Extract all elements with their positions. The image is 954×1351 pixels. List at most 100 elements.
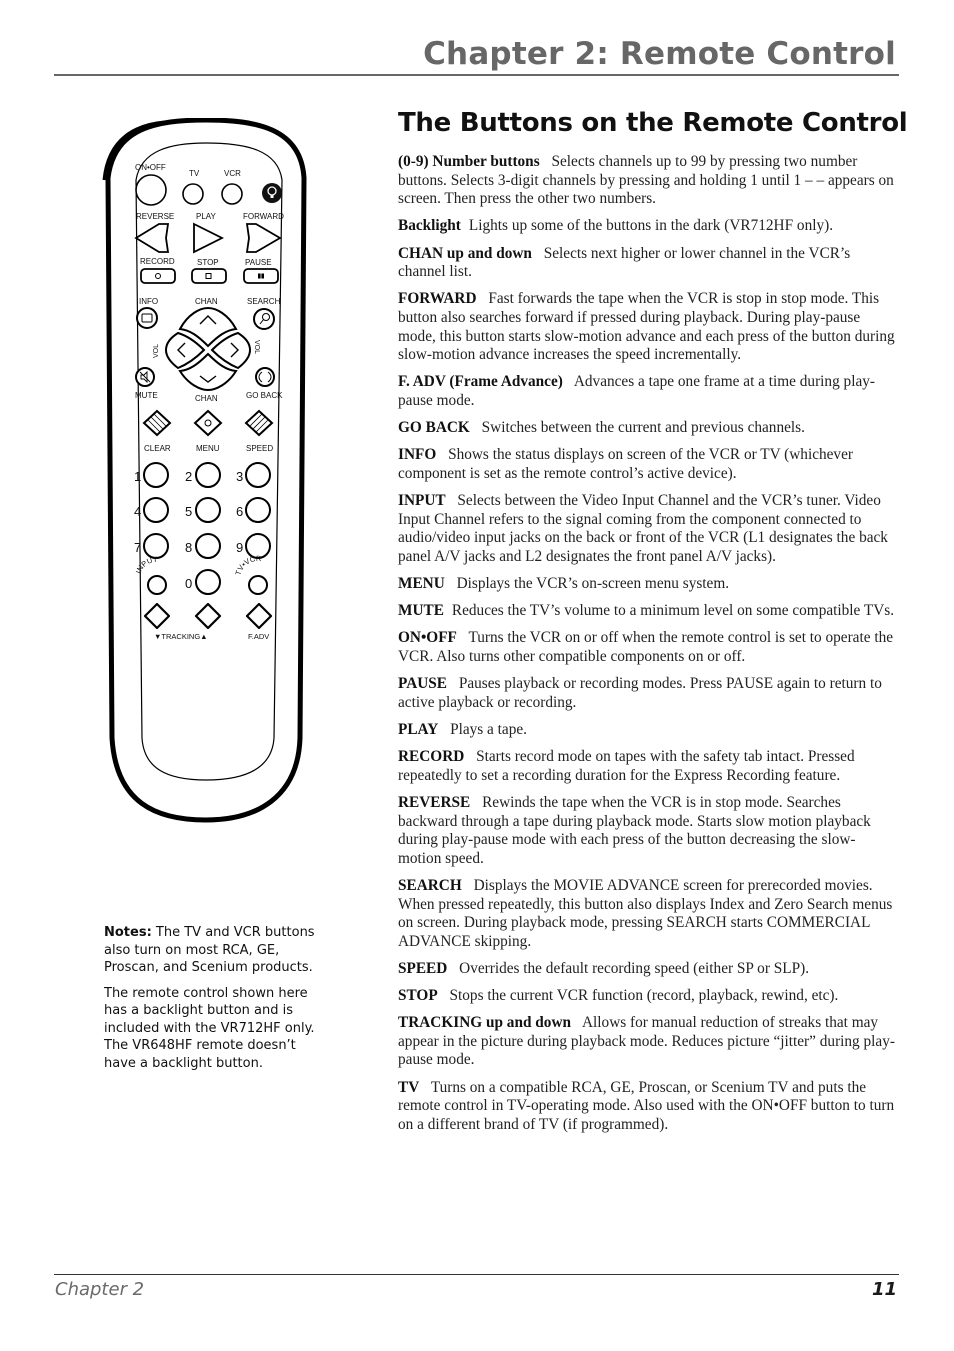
definition-text: Starts record mode on tapes with the saf… bbox=[398, 748, 855, 784]
digit-label-8: 8 bbox=[185, 540, 192, 555]
label-mute: MUTE bbox=[135, 391, 158, 400]
search-button[interactable] bbox=[253, 308, 275, 330]
definition-term: (0-9) Number buttons bbox=[398, 153, 540, 170]
digit-label-4: 4 bbox=[134, 504, 141, 519]
definition-item: SEARCH Displays the MOVIE ADVANCE screen… bbox=[398, 877, 898, 951]
label-pause: PAUSE bbox=[245, 258, 272, 267]
tv-button[interactable] bbox=[182, 183, 204, 205]
definition-item: GO BACK Switches between the current and… bbox=[398, 419, 898, 438]
on-off-button[interactable] bbox=[135, 174, 167, 206]
button-definitions: (0-9) Number buttons Selects channels up… bbox=[398, 153, 898, 1143]
definition-term: PAUSE bbox=[398, 675, 448, 693]
label-record: RECORD bbox=[140, 257, 175, 266]
definition-term: PLAY bbox=[398, 720, 439, 738]
definition-text: Pauses playback or recording modes. Pres… bbox=[398, 675, 882, 711]
definition-text: Plays a tape. bbox=[450, 720, 527, 738]
digit-label-0: 0 bbox=[185, 576, 192, 591]
input-button[interactable] bbox=[147, 575, 167, 595]
mute-button[interactable] bbox=[135, 367, 155, 387]
vcr-button[interactable] bbox=[221, 183, 243, 205]
footer-chapter-label: Chapter 2 bbox=[55, 1279, 145, 1300]
definition-term: FORWARD bbox=[398, 290, 477, 308]
label-stop: STOP bbox=[197, 258, 219, 267]
definition-item: TRACKING up and down Allows for manual r… bbox=[398, 1014, 898, 1070]
definition-item: INPUT Selects between the Video Input Ch… bbox=[398, 492, 898, 566]
definition-item: CHAN up and down Selects next higher or … bbox=[398, 245, 898, 282]
go-back-button[interactable] bbox=[255, 367, 275, 387]
label-search: SEARCH bbox=[247, 297, 281, 306]
tv-vcr-button[interactable] bbox=[248, 575, 268, 595]
pause-button[interactable] bbox=[243, 268, 279, 284]
number-button-0[interactable] bbox=[195, 569, 221, 595]
definition-item: STOP Stops the current VCR function (rec… bbox=[398, 987, 898, 1006]
number-button-8[interactable] bbox=[195, 533, 221, 559]
definition-item: PAUSE Pauses playback or recording modes… bbox=[398, 675, 898, 712]
number-button-7[interactable] bbox=[143, 533, 169, 559]
definition-text: Overrides the default recording speed (e… bbox=[459, 959, 810, 977]
info-button[interactable] bbox=[136, 307, 158, 329]
definition-item: RECORD Starts record mode on tapes with … bbox=[398, 748, 898, 785]
number-button-1[interactable] bbox=[143, 462, 169, 488]
number-button-3[interactable] bbox=[245, 462, 271, 488]
definition-term: ON•OFF bbox=[398, 629, 457, 647]
digit-label-2: 2 bbox=[185, 469, 192, 484]
label-vol-right: VOL bbox=[253, 340, 260, 354]
label-on-off: ON•OFF bbox=[135, 163, 166, 172]
definition-term: STOP bbox=[398, 987, 438, 1005]
definition-item: FORWARD Fast forwards the tape when the … bbox=[398, 290, 898, 364]
record-button[interactable] bbox=[140, 268, 176, 284]
label-speed: SPEED bbox=[246, 444, 273, 453]
label-reverse: REVERSE bbox=[136, 212, 174, 221]
stop-button[interactable] bbox=[191, 268, 227, 284]
label-chan-bottom: CHAN bbox=[195, 394, 218, 403]
label-go-back: GO BACK bbox=[246, 391, 283, 400]
definition-item: SPEED Overrides the default recording sp… bbox=[398, 960, 898, 979]
label-vcr: VCR bbox=[224, 169, 241, 178]
definition-item: INFO Shows the status displays on screen… bbox=[398, 446, 898, 483]
definition-term: RECORD bbox=[398, 748, 465, 766]
definition-item: (0-9) Number buttons Selects channels up… bbox=[398, 153, 898, 209]
definition-text: Turns the VCR on or off when the remote … bbox=[398, 629, 894, 665]
number-button-2[interactable] bbox=[195, 462, 221, 488]
label-menu: MENU bbox=[196, 444, 220, 453]
digit-label-5: 5 bbox=[185, 504, 192, 519]
note-1: Notes: The TV and VCR buttons also turn … bbox=[104, 924, 326, 977]
definition-term: MUTE bbox=[398, 602, 444, 620]
number-button-5[interactable] bbox=[195, 497, 221, 523]
label-info: INFO bbox=[139, 297, 158, 306]
section-title: The Buttons on the Remote Control bbox=[398, 108, 908, 138]
definition-term: TRACKING up and down bbox=[398, 1014, 572, 1032]
definition-term: TV bbox=[398, 1078, 420, 1096]
notes-box: Notes: The TV and VCR buttons also turn … bbox=[104, 924, 326, 1080]
digit-label-6: 6 bbox=[236, 504, 243, 519]
definition-text: Shows the status displays on screen of t… bbox=[398, 446, 853, 482]
number-button-4[interactable] bbox=[143, 497, 169, 523]
label-chan-top: CHAN bbox=[195, 297, 218, 306]
definition-item: REVERSE Rewinds the tape when the VCR is… bbox=[398, 794, 898, 868]
notes-label: Notes: bbox=[104, 925, 152, 940]
definition-item: Backlight Lights up some of the buttons i… bbox=[398, 217, 898, 236]
chapter-title: Chapter 2: Remote Control bbox=[423, 36, 896, 72]
digit-label-7: 7 bbox=[134, 540, 141, 555]
label-tv: TV bbox=[189, 169, 200, 178]
label-f-adv: F.ADV bbox=[248, 632, 269, 641]
header-rule bbox=[54, 74, 899, 76]
number-button-6[interactable] bbox=[245, 497, 271, 523]
backlight-button[interactable] bbox=[262, 183, 282, 203]
label-clear: CLEAR bbox=[144, 444, 171, 453]
definition-item: F. ADV (Frame Advance) Advances a tape o… bbox=[398, 373, 898, 410]
definition-term: SPEED bbox=[398, 959, 448, 977]
definition-term: CHAN up and down bbox=[398, 244, 532, 262]
definition-item: TV Turns on a compatible RCA, GE, Prosca… bbox=[398, 1079, 898, 1135]
footer-rule bbox=[54, 1274, 899, 1275]
definition-term: INPUT bbox=[398, 492, 446, 510]
definition-term: SEARCH bbox=[398, 876, 462, 894]
note-2: The remote control shown here has a back… bbox=[104, 985, 315, 1071]
definition-text: Stops the current VCR function (record, … bbox=[449, 987, 839, 1005]
definition-item: MENU Displays the VCR’s on-screen menu s… bbox=[398, 575, 898, 594]
definition-term: F. ADV (Frame Advance) bbox=[398, 373, 563, 391]
definition-text: Switches between the current and previou… bbox=[481, 419, 805, 437]
definition-term: GO BACK bbox=[398, 419, 470, 437]
definition-text: Lights up some of the buttons in the dar… bbox=[468, 217, 834, 235]
label-forward: FORWARD bbox=[243, 212, 284, 221]
